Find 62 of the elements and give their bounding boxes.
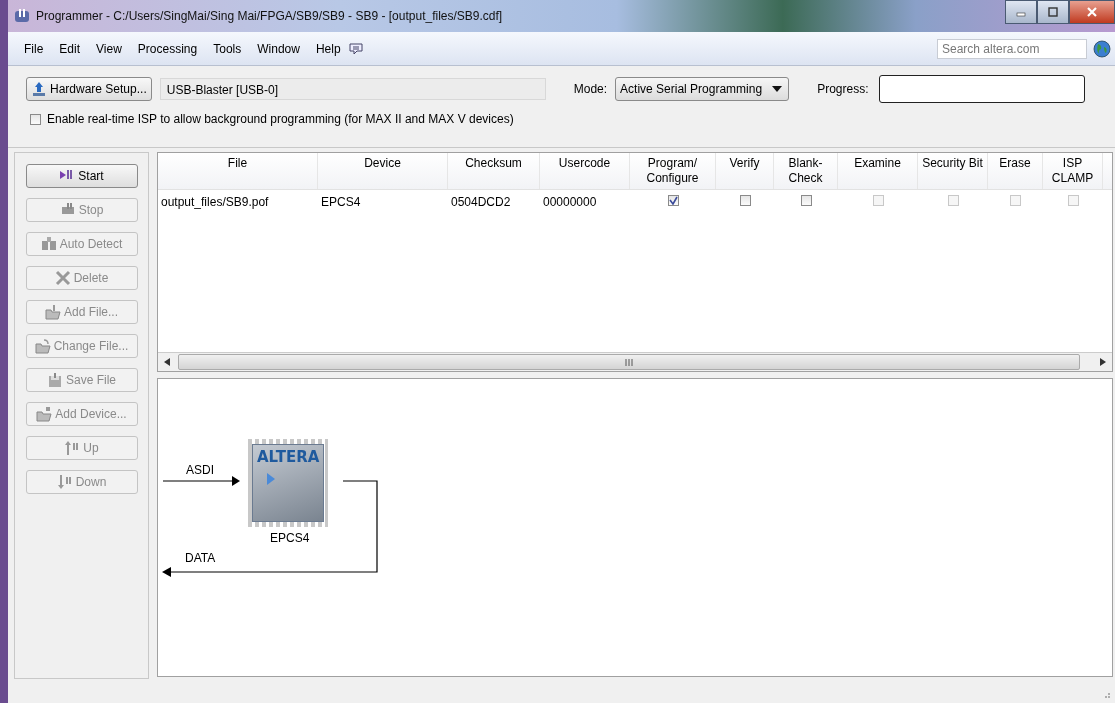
upload-icon <box>31 81 47 97</box>
table-cell-text: 0504DCD2 <box>450 194 512 211</box>
folder-icon <box>36 406 53 422</box>
maximize-button[interactable] <box>1037 0 1069 24</box>
checkbox[interactable] <box>800 195 812 206</box>
hardware-field: USB-Blaster [USB-0] <box>159 78 546 100</box>
progress-label: Progress: <box>817 82 869 96</box>
menu-item[interactable]: File <box>16 41 52 56</box>
folder-icon <box>34 338 51 354</box>
horizontal-scrollbar[interactable] <box>158 352 1112 371</box>
column-header[interactable]: Examine <box>838 153 918 189</box>
checkbox[interactable] <box>30 113 41 125</box>
signal-label: ASDI <box>186 463 214 477</box>
chip-logo: ALTERA <box>256 449 320 465</box>
check-icon <box>668 196 678 205</box>
column-header[interactable]: Blank- Check <box>774 153 838 189</box>
speech-bubble-icon <box>348 42 363 55</box>
menu-item[interactable]: Window <box>249 41 308 56</box>
maximize-icon <box>1048 7 1058 17</box>
action-button[interactable]: Start <box>25 164 138 188</box>
mode-label: Mode: <box>573 82 608 96</box>
cross-icon <box>54 270 71 286</box>
column-header[interactable]: Usercode <box>540 153 630 189</box>
minimize-button[interactable] <box>1005 0 1037 24</box>
scroll-left-icon <box>164 358 170 366</box>
table-cell-text: output_files/SB9.pof <box>160 194 270 211</box>
menu-item[interactable]: View <box>88 41 130 56</box>
scrollbar-thumb[interactable] <box>178 354 1080 370</box>
down-arrow-icon <box>56 474 73 490</box>
column-header[interactable]: File <box>158 153 318 189</box>
table-cell-text: 00000000 <box>542 194 598 211</box>
app-icon <box>14 8 30 24</box>
checkbox-label: Enable real-time ISP to allow background programming (for MAX II and MAX V devices) <box>47 112 514 126</box>
column-header[interactable]: ISP CLAMP <box>1043 153 1103 189</box>
search-field[interactable]: Search altera.com <box>937 38 1087 59</box>
signal-label: DATA <box>185 551 216 565</box>
up-arrow-icon <box>64 440 81 456</box>
column-header[interactable]: Erase <box>988 153 1043 189</box>
column-header[interactable]: Verify <box>716 153 774 189</box>
menu-item[interactable]: Tools <box>205 41 250 56</box>
close-icon <box>1087 7 1097 17</box>
caret-icon <box>772 86 783 92</box>
menu-item[interactable]: Processing <box>129 41 206 56</box>
menu-item[interactable]: Edit <box>51 41 89 56</box>
folder-icon <box>45 304 61 320</box>
mode-dropdown[interactable]: Active Serial Programming <box>615 77 790 101</box>
column-header[interactable]: Security Bit <box>918 153 988 189</box>
checkbox[interactable] <box>739 195 751 206</box>
window-title: Programmer - C:/Users/SingMai/Sing Mai/FPGA/SB9/SB9 - SB9 - [output_files/SB9.cdf] <box>36 9 503 23</box>
grip-icon <box>625 358 633 366</box>
close-button[interactable] <box>1069 0 1115 24</box>
play-icon <box>267 473 275 485</box>
globe-icon <box>1093 39 1111 58</box>
hardware-setup-button[interactable]: Hardware Setup... <box>26 77 152 101</box>
table-cell-text: EPCS4 <box>320 194 362 211</box>
scroll-right-icon <box>1100 358 1106 366</box>
column-header[interactable]: Program/ Configure <box>630 153 716 189</box>
column-header[interactable]: Device <box>318 153 448 189</box>
menu-item[interactable]: Help <box>307 41 349 56</box>
column-header[interactable]: Checksum <box>448 153 540 189</box>
checkbox[interactable] <box>667 195 679 206</box>
chip-label: EPCS4 <box>270 531 310 545</box>
